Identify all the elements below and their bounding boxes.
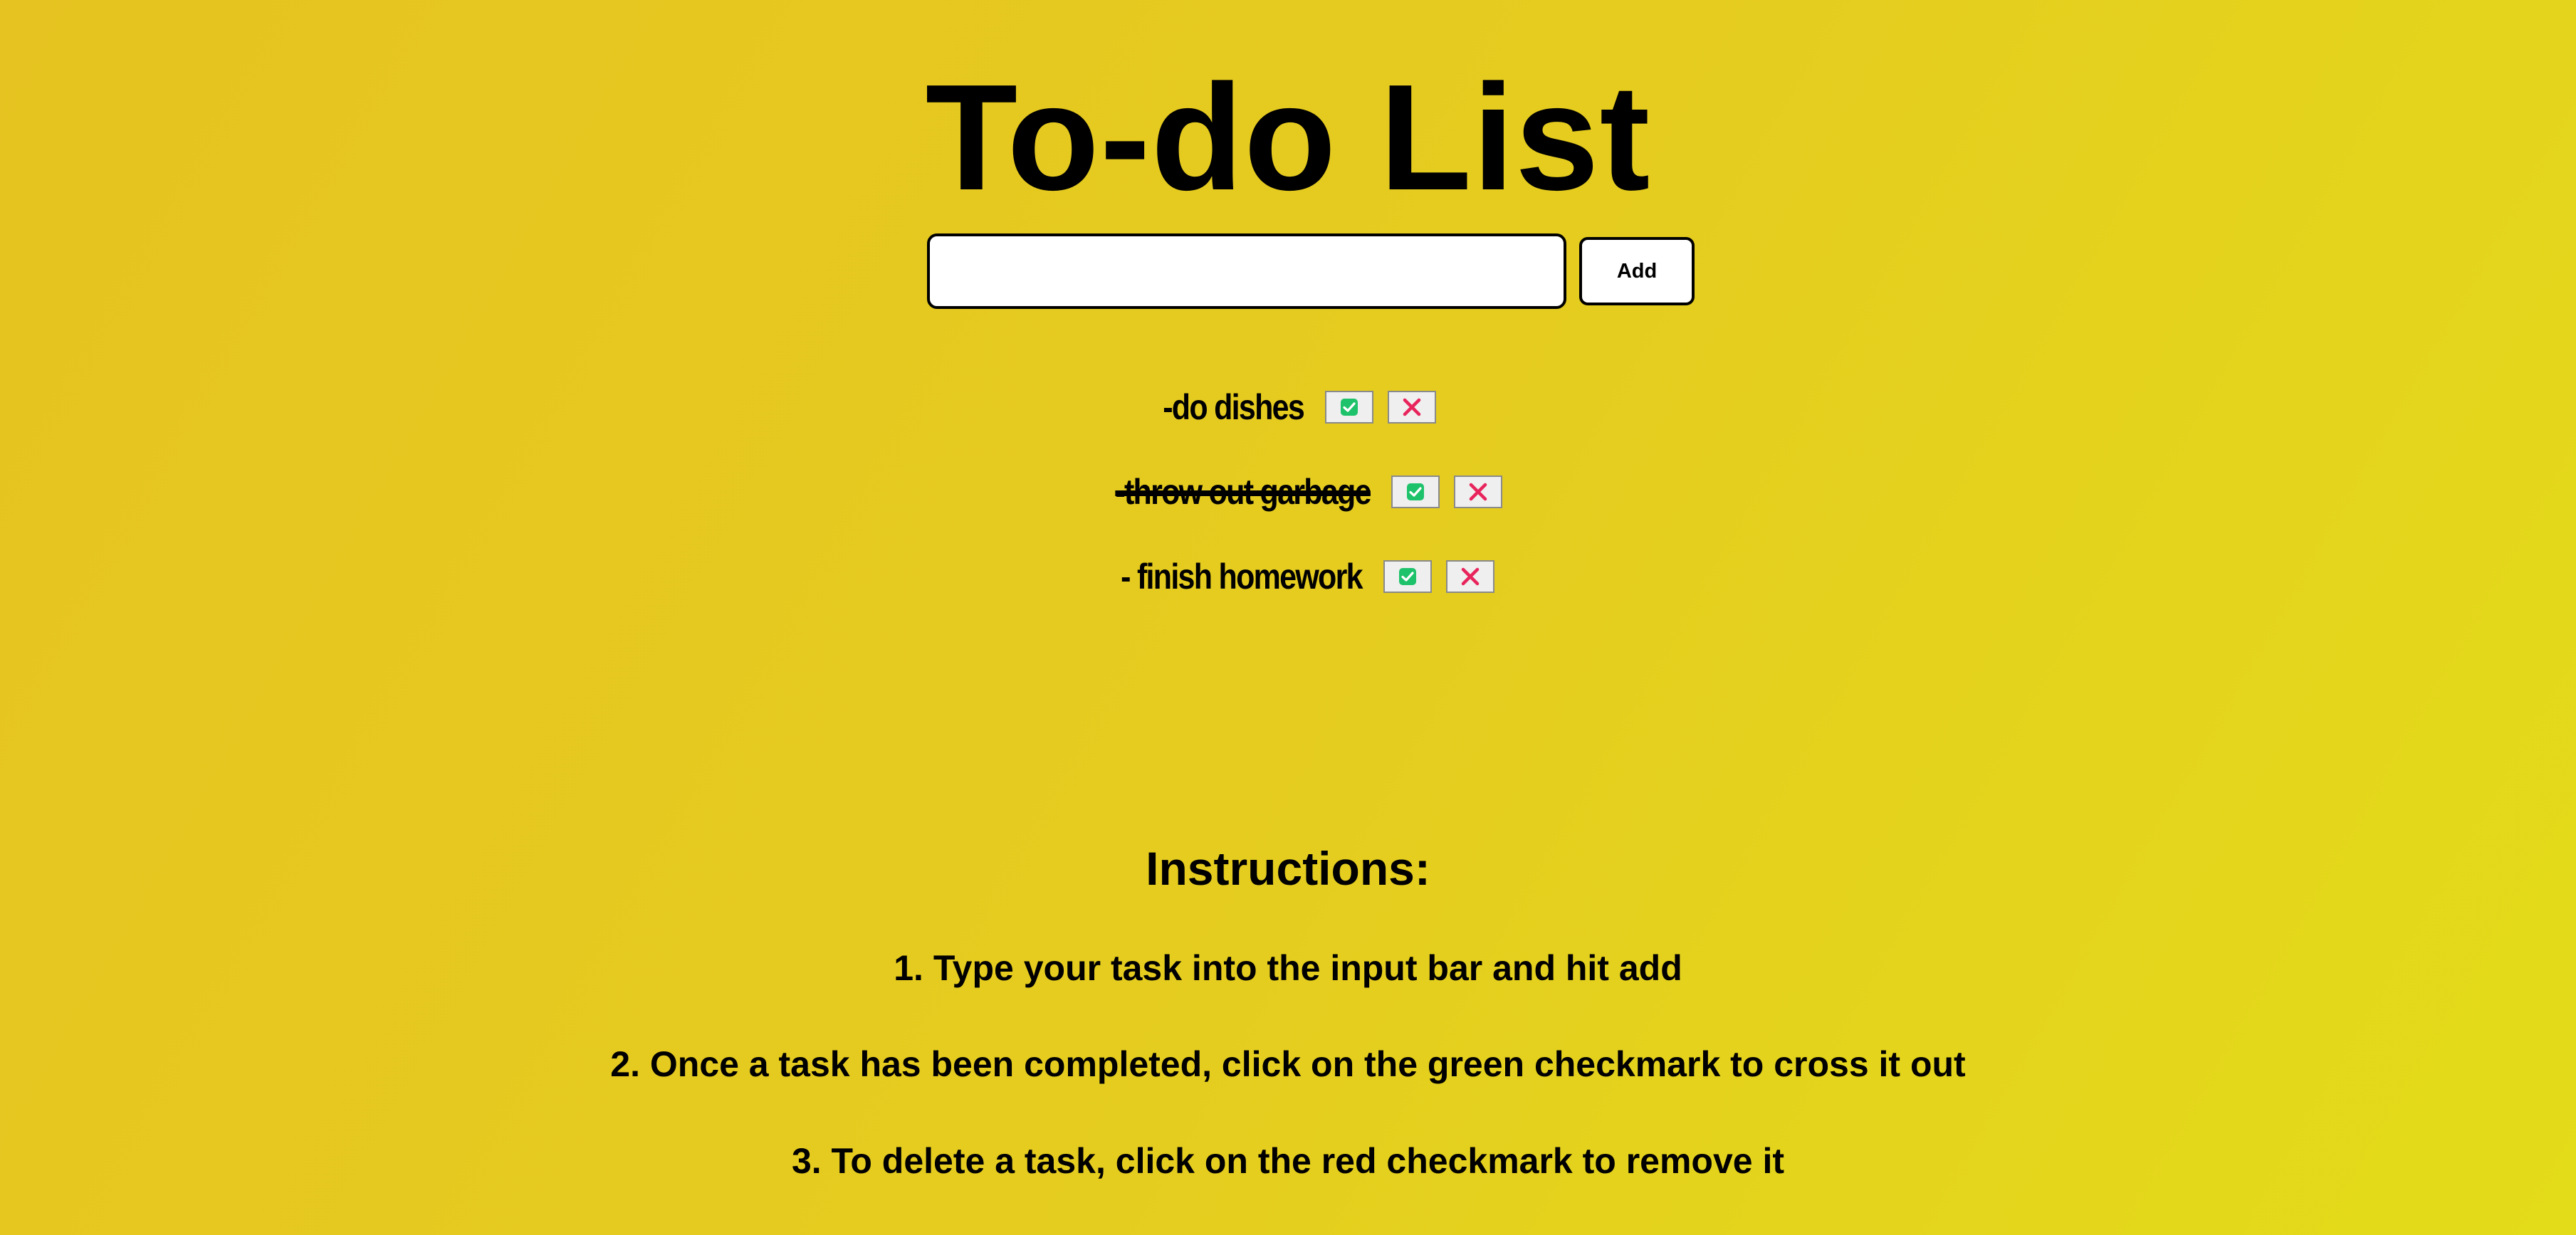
complete-button[interactable] bbox=[1383, 559, 1432, 593]
add-button[interactable]: Add bbox=[1579, 237, 1695, 305]
green-checkmark-icon bbox=[1341, 398, 1358, 416]
todo-list: -do dishes -throw out garbage - finish h… bbox=[0, 364, 2576, 619]
red-x-icon bbox=[1461, 567, 1480, 585]
red-x-icon bbox=[1470, 483, 1487, 500]
delete-button[interactable] bbox=[1454, 475, 1503, 508]
instruction-step: 1. Type your task into the input bar and… bbox=[894, 948, 1682, 988]
add-task-form: Add bbox=[927, 233, 1695, 312]
complete-button[interactable] bbox=[1325, 390, 1374, 424]
complete-button[interactable] bbox=[1391, 475, 1440, 508]
page-title: To-do List bbox=[925, 53, 1651, 221]
instruction-step: 2. Once a task has been completed, click… bbox=[610, 1044, 1966, 1084]
instructions-section: Instructions: 1. Type your task into the… bbox=[0, 840, 2576, 1181]
todo-app: To-do List Add -do dishes -throw out gar… bbox=[0, 0, 2576, 1235]
red-x-icon bbox=[1403, 398, 1421, 416]
todo-item: -throw out garbage bbox=[0, 449, 2576, 534]
task-input[interactable] bbox=[927, 233, 1566, 309]
instructions-heading: Instructions: bbox=[1146, 842, 1430, 895]
todo-text: -do dishes bbox=[1163, 387, 1305, 427]
todo-text: - finish homework bbox=[1121, 556, 1363, 597]
todo-text-completed: -throw out garbage bbox=[1114, 471, 1371, 512]
delete-button[interactable] bbox=[1445, 559, 1494, 593]
delete-button[interactable] bbox=[1388, 390, 1437, 424]
green-checkmark-icon bbox=[1398, 567, 1416, 585]
todo-item: -do dishes bbox=[0, 364, 2576, 449]
green-checkmark-icon bbox=[1407, 483, 1425, 500]
instruction-step: 3. To delete a task, click on the red ch… bbox=[791, 1141, 1785, 1181]
todo-item: - finish homework bbox=[0, 534, 2576, 619]
